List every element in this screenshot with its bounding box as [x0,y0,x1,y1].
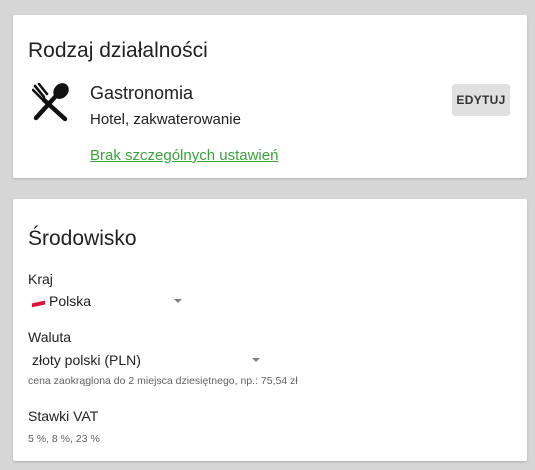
special-settings-link[interactable]: Brak szczególnych ustawień [90,147,278,164]
edit-button[interactable]: EDYTUJ [452,84,510,116]
currency-select[interactable]: złoty polski (PLN) [32,349,272,371]
business-type-card: Rodzaj działalności Gastronomia Hotel, z… [13,15,527,178]
fork-spoon-icon [32,83,69,122]
poland-flag-icon [32,296,45,308]
chevron-down-icon [174,299,182,303]
country-label: Kraj [28,271,53,287]
country-select[interactable]: Polska [32,290,192,312]
environment-card: Środowisko Kraj Polska Waluta złoty pols… [13,199,527,461]
business-subtitle: Hotel, zakwaterowanie [90,111,241,128]
chevron-down-icon [252,358,260,362]
vat-rates: 5 %, 8 %, 23 % [28,433,100,445]
currency-label: Waluta [28,329,72,345]
environment-title: Środowisko [28,227,137,250]
business-name: Gastronomia [90,83,194,103]
vat-label: Stawki VAT [28,408,99,424]
currency-value: złoty polski (PLN) [32,352,141,368]
currency-hint: cena zaokrąglona do 2 miejsca dziesiętne… [28,375,298,387]
country-value: Polska [49,293,92,309]
business-type-title: Rodzaj działalności [28,39,208,62]
